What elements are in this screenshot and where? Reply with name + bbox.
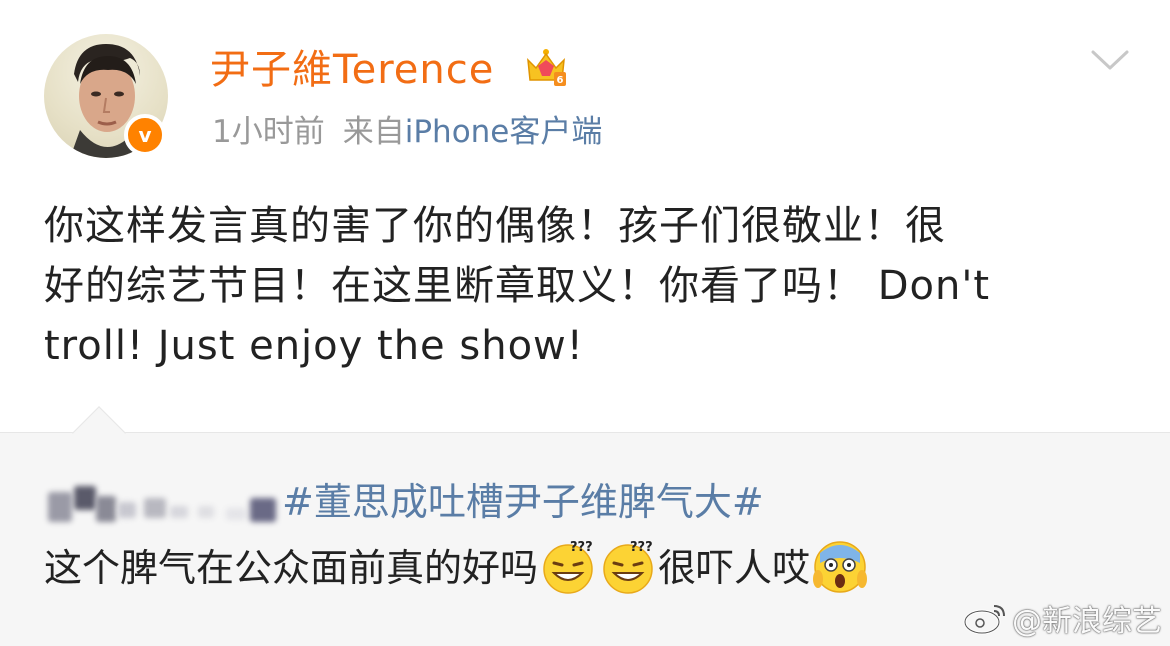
crown-badge-icon[interactable]: 6 bbox=[524, 46, 568, 90]
chevron-down-icon[interactable] bbox=[1090, 44, 1130, 74]
post-meta: 1小时前 来自iPhone客户端 bbox=[212, 112, 602, 152]
hashtag-link[interactable]: #董思成吐槽尹子维脾气大# bbox=[282, 474, 764, 530]
dizzy-grin-emoji: ??? bbox=[603, 540, 653, 594]
svg-text:???: ??? bbox=[570, 540, 593, 555]
content-line: troll! Just enjoy the show! bbox=[44, 323, 584, 369]
scream-emoji bbox=[813, 540, 868, 593]
verified-badge-icon: v bbox=[124, 114, 166, 156]
content-line: 好的综艺节目！在这里断章取义！你看了吗！ Don't bbox=[44, 263, 991, 309]
watermark-text: @新浪综艺 bbox=[1012, 604, 1162, 639]
source-client: iPhone客户端 bbox=[404, 114, 603, 150]
content-line: 你这样发言真的害了你的偶像！孩子们很敬业！很 bbox=[44, 203, 946, 249]
username-link[interactable]: 尹子維Terence bbox=[210, 44, 494, 96]
svg-text:???: ??? bbox=[630, 540, 653, 555]
svg-text:6: 6 bbox=[557, 75, 564, 86]
repost-text-part: 很吓人哎 bbox=[658, 546, 811, 590]
post-content: 你这样发言真的害了你的偶像！孩子们很敬业！很 好的综艺节目！在这里断章取义！你看… bbox=[44, 196, 1134, 376]
watermark: @新浪综艺 bbox=[962, 596, 1162, 640]
repost-text-part: 这个脾气在公众面前真的好吗 bbox=[44, 546, 539, 590]
dizzy-grin-emoji: ??? bbox=[543, 540, 593, 594]
weibo-logo-icon bbox=[963, 605, 1005, 635]
post-time: 1小时前 bbox=[212, 114, 325, 150]
weibo-post: v 尹子維Terence 6 1小时前 来自iPhone客户端 你这样发言真的害了… bbox=[0, 0, 1170, 432]
repost-text: 这个脾气在公众面前真的好吗 ??? ??? 很吓人哎 bbox=[44, 538, 870, 599]
blurred-username bbox=[48, 482, 278, 526]
source-prefix: 来自 bbox=[342, 114, 405, 150]
avatar[interactable]: v bbox=[44, 34, 168, 158]
